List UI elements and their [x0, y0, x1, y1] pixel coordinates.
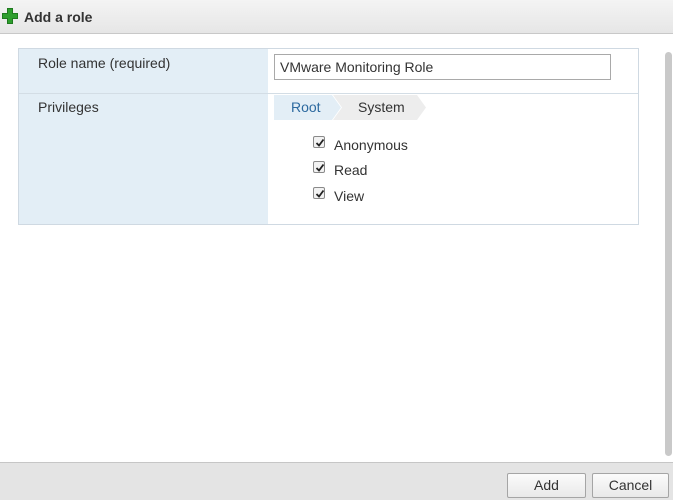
check-icon — [315, 163, 325, 172]
check-icon — [315, 189, 325, 198]
privilege-label: Anonymous — [334, 137, 408, 153]
checkbox-read[interactable] — [313, 161, 325, 173]
role-name-input[interactable] — [274, 54, 611, 80]
checkbox-view[interactable] — [313, 187, 325, 199]
plus-icon — [2, 8, 18, 24]
dialog-footer: Add Cancel — [0, 462, 673, 500]
role-form: Role name (required) Privileges — [18, 48, 639, 225]
row-divider — [19, 93, 638, 94]
checkbox-anonymous[interactable] — [313, 136, 325, 148]
vertical-scrollbar[interactable] — [665, 52, 672, 456]
privilege-label: View — [334, 188, 365, 204]
label-column — [19, 49, 268, 224]
dialog-titlebar: Add a role — [0, 0, 673, 34]
breadcrumb-system[interactable]: System — [333, 95, 426, 120]
check-icon — [315, 138, 325, 147]
privileges-label: Privileges — [38, 99, 99, 115]
breadcrumb-root[interactable]: Root — [274, 95, 341, 120]
privilege-label: Read — [334, 162, 368, 178]
dialog-title: Add a role — [24, 9, 93, 25]
role-name-label: Role name (required) — [38, 55, 171, 71]
add-button[interactable]: Add — [507, 473, 586, 498]
cancel-button[interactable]: Cancel — [592, 473, 669, 498]
